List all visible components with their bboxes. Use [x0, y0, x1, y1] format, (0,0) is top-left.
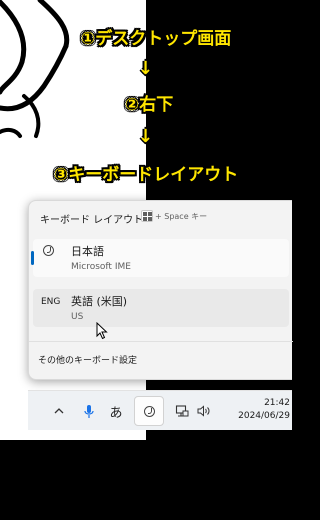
flyout-title: キーボード レイアウト — [40, 215, 144, 226]
caption-step1: ①デスクトップ画面 — [80, 29, 232, 49]
clock-time: 21:42 — [264, 398, 290, 408]
chevron-up-icon — [54, 408, 64, 414]
input-indicator-button[interactable] — [134, 396, 164, 426]
layout-option-name: 英語 (米国) — [71, 295, 128, 308]
taskbar: あ 21:42 2024/06/29 — [28, 390, 292, 430]
volume-icon — [197, 405, 210, 417]
ime-mode-button[interactable]: あ — [106, 391, 126, 431]
keyboard-layout-flyout: キーボード レイアウト + Space キー 日本語 Microsoft IME… — [28, 200, 293, 380]
layout-option-english[interactable]: ENG 英語 (米国) US — [33, 289, 289, 327]
doodle-drawing — [0, 0, 70, 138]
caption-step3: ③キーボードレイアウト — [53, 165, 239, 185]
more-keyboard-settings-link[interactable]: その他のキーボード設定 — [38, 353, 137, 366]
selection-indicator — [31, 251, 34, 265]
layout-option-name: 日本語 — [71, 245, 104, 258]
mouse-cursor-icon — [96, 322, 108, 340]
down-arrow-1: ↓ — [138, 58, 154, 79]
clock-button[interactable]: 21:42 2024/06/29 — [226, 397, 290, 423]
layout-option-detail: Microsoft IME — [71, 262, 131, 272]
layout-option-detail: US — [71, 312, 84, 322]
windows-key-icon — [141, 210, 153, 222]
layout-option-japanese[interactable]: 日本語 Microsoft IME — [31, 239, 289, 277]
microphone-icon — [84, 404, 94, 418]
show-hidden-icons-button[interactable] — [52, 391, 66, 431]
volume-button[interactable] — [196, 391, 212, 431]
down-arrow-2: ↓ — [138, 126, 154, 147]
desktop: ①デスクトップ画面 ↓ ②右下 ↓ ③キーボードレイアウト キーボード レイアウ… — [0, 0, 293, 520]
layout-code-label: ENG — [41, 297, 61, 307]
network-button[interactable] — [174, 391, 190, 431]
shortcut-hint: + Space キー — [141, 210, 207, 222]
flyout-divider — [29, 341, 293, 342]
caption-step2: ②右下 — [124, 95, 174, 115]
network-icon — [175, 405, 189, 417]
clock-date: 2024/06/29 — [238, 411, 290, 421]
shortcut-hint-text: + Space キー — [155, 211, 208, 221]
ime-icon — [43, 245, 54, 256]
ime-icon — [143, 405, 155, 417]
microphone-button[interactable] — [82, 391, 96, 431]
